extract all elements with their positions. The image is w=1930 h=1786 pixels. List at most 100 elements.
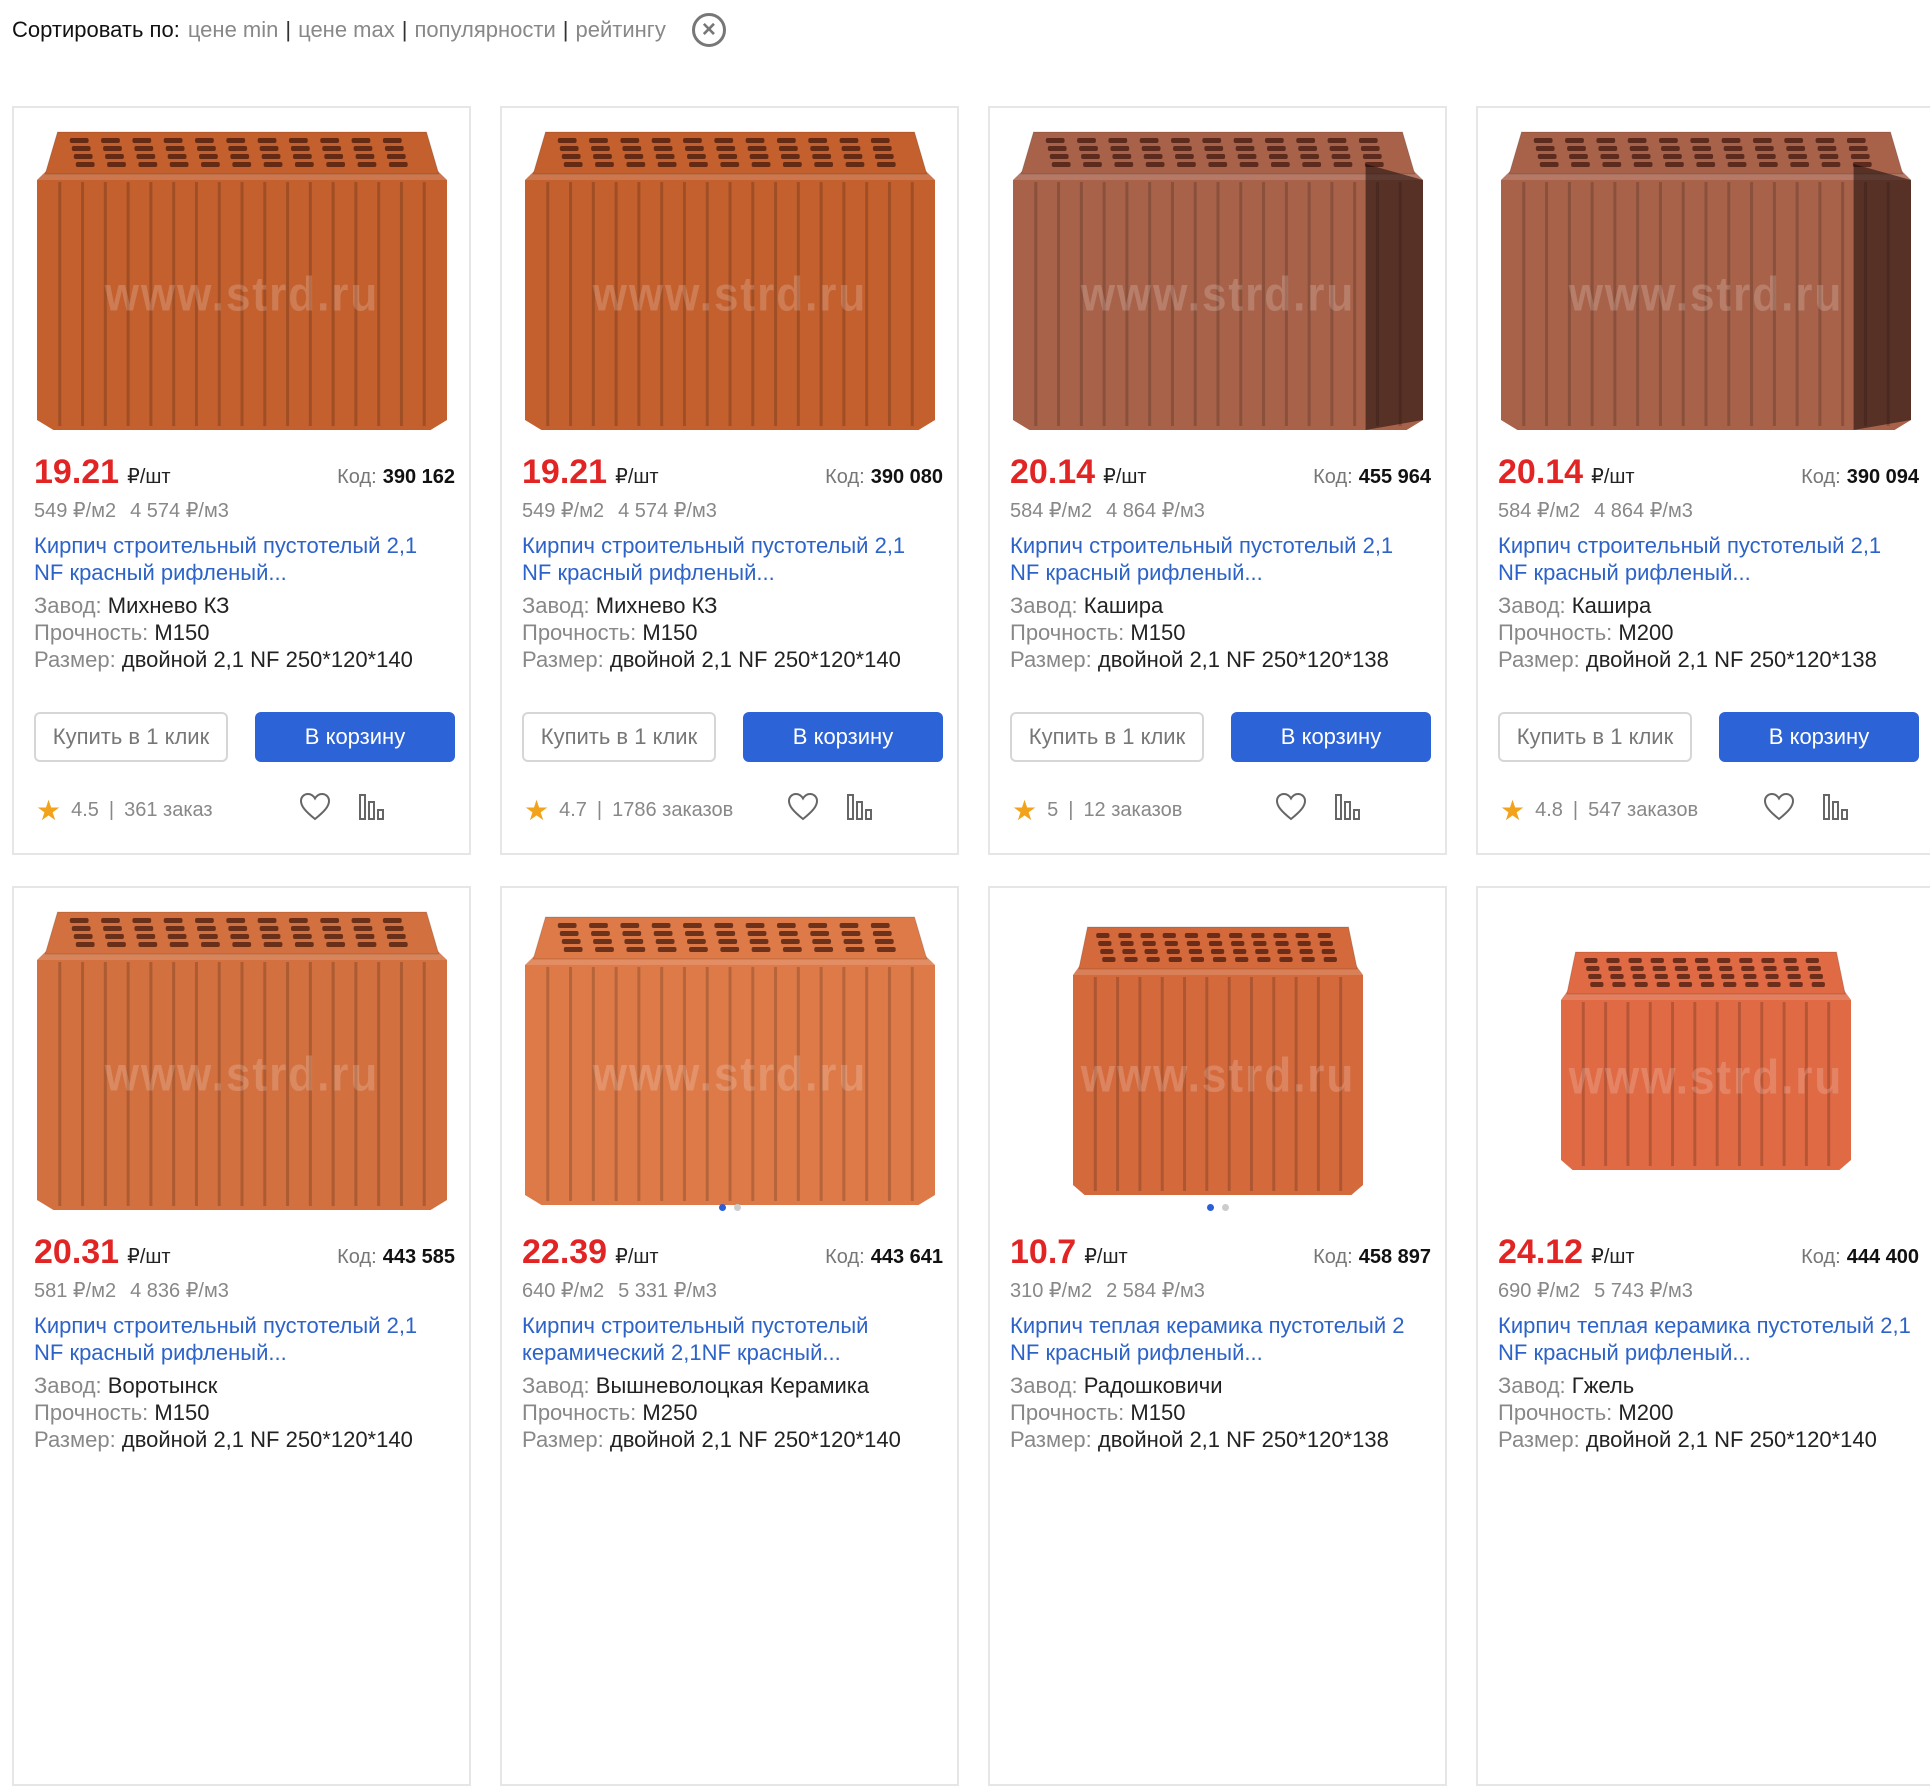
factory-value: Кашира (1083, 593, 1164, 618)
heart-icon[interactable] (299, 792, 331, 828)
orders-count: 361 заказ (124, 798, 213, 821)
size-value: двойной 2,1 NF 250*120*140 (609, 1427, 901, 1452)
price-per-m2: 581 ₽/м2 (34, 1280, 117, 1302)
heart-icon[interactable] (1275, 792, 1307, 828)
sort-price-max[interactable]: цене max (298, 17, 395, 43)
product-title-link[interactable]: Кирпич строительный пустотелый 2,1 NF кр… (1498, 532, 1915, 586)
add-to-cart-button[interactable]: В корзину (255, 712, 455, 762)
product-card: www.strd.ru 10.7 ₽/шт Код: 458 897 310 ₽/… (988, 886, 1447, 1786)
price-value: 20.14 (1010, 453, 1096, 491)
watermark-text: www.strd.ru (104, 1047, 380, 1102)
product-card: www.strd.ru 20.14 ₽/шт Код: 390 094 584 ₽… (1476, 106, 1930, 855)
factory-value: Кашира (1571, 593, 1652, 618)
heart-icon[interactable] (787, 792, 819, 828)
product-image[interactable]: www.strd.ru (37, 910, 447, 1215)
price-per-m2: 549 ₽/м2 (34, 500, 117, 522)
product-image[interactable]: www.strd.ru (1013, 130, 1423, 435)
product-image[interactable]: www.strd.ru (525, 130, 935, 435)
carousel-dot[interactable] (1221, 1204, 1229, 1211)
product-card: www.strd.ru 24.12 ₽/шт Код: 444 400 690 ₽… (1476, 886, 1930, 1786)
image-carousel-dots[interactable] (990, 1204, 1445, 1211)
product-code: Код: 444 400 (1801, 1246, 1919, 1269)
buy-one-click-button[interactable]: Купить в 1 клик (1498, 712, 1692, 762)
product-title-link[interactable]: Кирпич строительный пустотелый 2,1 NF кр… (34, 532, 451, 586)
factory-value: Вышневолоцкая Керамика (595, 1373, 870, 1398)
price-per-m2: 310 ₽/м2 (1010, 1280, 1093, 1302)
add-to-cart-button[interactable]: В корзину (743, 712, 943, 762)
factory-value: Михнево КЗ (595, 593, 718, 618)
product-title-link[interactable]: Кирпич строительный пустотелый 2,1 NF кр… (522, 532, 939, 586)
star-icon: ★ (36, 794, 62, 826)
strength-value: М200 (1618, 1400, 1674, 1425)
product-image[interactable]: www.strd.ru (37, 130, 447, 435)
buy-one-click-button[interactable]: Купить в 1 клик (1010, 712, 1204, 762)
strength-label: Прочность: (1010, 620, 1125, 645)
price-unit: ₽/шт (1591, 1246, 1635, 1268)
product-title-link[interactable]: Кирпич теплая керамика пустотелый 2,1 NF… (1498, 1312, 1915, 1366)
code-label: Код: (825, 1246, 865, 1268)
price-per-m3: 4 864 ₽/м3 (1594, 500, 1693, 522)
product-image[interactable]: www.strd.ru (1561, 950, 1851, 1175)
product-image[interactable]: www.strd.ru (1073, 925, 1363, 1200)
size-label: Размер: (34, 647, 116, 672)
factory-value: Воротынск (107, 1373, 218, 1398)
heart-icon[interactable] (1763, 792, 1795, 828)
price-unit: ₽/шт (1591, 466, 1635, 488)
compare-icon[interactable] (1821, 792, 1853, 828)
product-image[interactable]: www.strd.ru (525, 915, 935, 1210)
unit-prices: 584 ₽/м2 4 864 ₽/м3 (1010, 498, 1205, 523)
price-row: 22.39 ₽/шт Код: 443 641 (522, 1233, 943, 1277)
unit-prices: 640 ₽/м2 5 331 ₽/м3 (522, 1278, 717, 1303)
product-image[interactable]: www.strd.ru (1501, 130, 1911, 435)
sort-popularity[interactable]: популярности (414, 17, 555, 43)
product-specs: Завод: Вышневолоцкая Керамика Прочность:… (522, 1372, 922, 1453)
size-label: Размер: (1498, 647, 1580, 672)
price-per-m3: 5 331 ₽/м3 (618, 1280, 717, 1302)
factory-label: Завод: (1010, 1373, 1078, 1398)
price-value: 10.7 (1010, 1233, 1077, 1271)
sort-price-min[interactable]: цене min (188, 17, 279, 43)
code-label: Код: (1801, 466, 1841, 488)
product-title-link[interactable]: Кирпич строительный пустотелый 2,1 NF кр… (34, 1312, 451, 1366)
carousel-dot-active[interactable] (1206, 1204, 1214, 1211)
price-row: 10.7 ₽/шт Код: 458 897 (1010, 1233, 1431, 1277)
unit-prices: 549 ₽/м2 4 574 ₽/м3 (522, 498, 717, 523)
buy-one-click-button[interactable]: Купить в 1 клик (522, 712, 716, 762)
factory-label: Завод: (1498, 1373, 1566, 1398)
compare-icon[interactable] (357, 792, 389, 828)
sort-rating[interactable]: рейтингу (576, 17, 666, 43)
rating-value: 4.8 (1535, 798, 1563, 821)
product-code: Код: 455 964 (1313, 466, 1431, 489)
product-specs: Завод: Воротынск Прочность: М150 Размер:… (34, 1372, 434, 1453)
code-value: 390 162 (382, 466, 455, 488)
image-carousel-dots[interactable] (502, 1204, 957, 1211)
price-unit: ₽/шт (1084, 1246, 1128, 1268)
carousel-dot-active[interactable] (718, 1204, 726, 1211)
code-label: Код: (1313, 466, 1353, 488)
price-row: 24.12 ₽/шт Код: 444 400 (1498, 1233, 1919, 1277)
close-circle-icon[interactable]: × (691, 13, 726, 47)
price-value: 22.39 (522, 1233, 608, 1271)
add-to-cart-button[interactable]: В корзину (1231, 712, 1431, 762)
product-specs: Завод: Гжель Прочность: М200 Размер: дво… (1498, 1372, 1898, 1453)
price-per-m3: 4 864 ₽/м3 (1106, 500, 1205, 522)
carousel-dot[interactable] (733, 1204, 741, 1211)
strength-label: Прочность: (522, 620, 637, 645)
product-title-link[interactable]: Кирпич строительный пустотелый 2,1 NF кр… (1010, 532, 1427, 586)
product-title-link[interactable]: Кирпич теплая керамика пустотелый 2 NF к… (1010, 1312, 1427, 1366)
size-value: двойной 2,1 NF 250*120*140 (121, 1427, 413, 1452)
code-label: Код: (337, 1246, 377, 1268)
compare-icon[interactable] (1333, 792, 1365, 828)
product-card: www.strd.ru 19.21 ₽/шт Код: 390 162 549 ₽… (12, 106, 471, 855)
watermark-text: www.strd.ru (1080, 1048, 1356, 1103)
add-to-cart-button[interactable]: В корзину (1719, 712, 1919, 762)
size-value: двойной 2,1 NF 250*120*138 (1585, 647, 1877, 672)
price-per-m3: 4 574 ₽/м3 (130, 500, 229, 522)
unit-prices: 584 ₽/м2 4 864 ₽/м3 (1498, 498, 1693, 523)
price-unit: ₽/шт (127, 466, 171, 488)
code-value: 444 400 (1846, 1246, 1919, 1268)
watermark-text: www.strd.ru (592, 267, 868, 322)
buy-one-click-button[interactable]: Купить в 1 клик (34, 712, 228, 762)
product-title-link[interactable]: Кирпич строительный пустотелый керамичес… (522, 1312, 939, 1366)
compare-icon[interactable] (845, 792, 877, 828)
